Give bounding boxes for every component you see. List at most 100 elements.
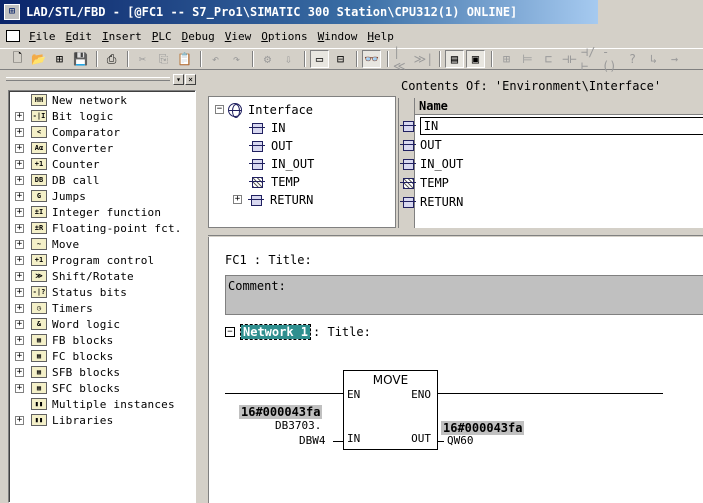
table-row[interactable]: RETURN [399,192,703,211]
parallel-icon[interactable]: ⊏ [539,50,558,68]
tree-item-fb-blocks[interactable]: + ▦ FB blocks [9,332,113,348]
tree-item-fc-blocks[interactable]: + ▦ FC blocks [9,348,113,364]
out-operand[interactable]: QW60 [447,434,474,447]
expand-icon[interactable]: + [15,351,24,361]
menu-plc[interactable]: PLC [147,30,177,43]
tree-item-db-call[interactable]: + DB DB call [9,172,100,188]
expand-icon[interactable]: + [15,415,24,425]
table-cell[interactable]: TEMP [420,176,449,190]
expand-icon[interactable]: + [15,207,24,217]
tree-item-floating-point[interactable]: + ±R Floating-point fct. [9,220,182,236]
prev-network-icon[interactable]: |≪ [393,45,412,73]
save-icon[interactable]: 💾 [71,50,90,68]
new-icon[interactable]: 🗋 [8,50,27,68]
expand-icon[interactable]: + [15,271,24,281]
paste-icon[interactable]: 📋 [175,50,194,68]
tree-item-interface[interactable]: − Interface [213,101,313,118]
expand-icon[interactable]: + [15,239,24,249]
menu-debug[interactable]: Debug [177,30,220,43]
tree-item-converter[interactable]: + Aα Converter [9,140,113,156]
expand-icon[interactable]: + [15,111,24,121]
code-editor[interactable]: FC1 : Title: Comment: − Network 1 : Titl… [208,237,703,503]
ladder-app-icon[interactable]: ⊞ [4,4,20,20]
tree-item-timers[interactable]: + ◷ Timers [9,300,93,316]
next-network-icon[interactable]: ≫| [414,50,434,68]
tree-item-new-network[interactable]: HH New network [9,92,127,108]
new-network-icon[interactable]: ⊞ [497,50,516,68]
in-operand-dbw[interactable]: DBW4 [299,434,326,447]
horizontal-splitter[interactable] [208,228,703,236]
table-cell[interactable]: IN_OUT [420,157,463,171]
in-operand-db[interactable]: DB3703. [275,419,321,432]
monitor-icon[interactable]: 👓 [362,50,381,68]
tree-item-program-control[interactable]: + +1 Program control [9,252,154,268]
tree-item-temp[interactable]: TEMP [249,173,300,190]
overview-icon[interactable]: ▤ [445,50,464,68]
undo-icon[interactable]: ↶ [206,50,225,68]
expand-icon[interactable]: + [15,319,24,329]
expand-icon[interactable]: + [15,175,24,185]
online-icon[interactable]: ▭ [310,50,329,68]
tree-item-comparator[interactable]: + < Comparator [9,124,120,140]
tree-item-out[interactable]: OUT [249,137,293,154]
block-comment[interactable]: Comment: [225,275,703,315]
panel-grip[interactable] [6,77,170,81]
open-icon[interactable]: 📂 [29,50,48,68]
menu-file[interactable]: File [24,30,61,43]
tree-item-shift-rotate[interactable]: + ≫ Shift/Rotate [9,268,134,284]
expand-icon[interactable]: + [15,191,24,201]
tree-item-word-logic[interactable]: + & Word logic [9,316,120,332]
table-cell[interactable]: RETURN [420,195,463,209]
panel-restore-button[interactable]: ▾ [173,74,184,85]
download-icon[interactable]: ⇩ [279,50,298,68]
expand-icon[interactable]: + [15,159,24,169]
move-box[interactable]: MOVE EN ENO IN OUT [343,370,438,450]
nc-contact-icon[interactable]: ⊣/⊢ [581,45,600,73]
tree-item-counter[interactable]: + +1 Counter [9,156,100,172]
tree-item-integer-function[interactable]: + ±I Integer function [9,204,161,220]
expand-icon[interactable]: + [15,287,24,297]
table-row[interactable]: OUT [399,135,703,154]
cut-icon[interactable]: ✂ [133,50,152,68]
tree-item-libraries[interactable]: + ▮▮ Libraries [9,412,113,428]
menu-help[interactable]: Help [362,30,399,43]
tree-item-multiple-instances[interactable]: ▮▮ Multiple instances [9,396,175,412]
network-collapse-icon[interactable]: − [225,327,235,337]
details-icon[interactable]: ▣ [466,50,485,68]
network-label[interactable]: Network 1 [239,324,312,340]
tree-item-status-bits[interactable]: + -|? Status bits [9,284,127,300]
tree-item-return[interactable]: + RETURN [233,191,313,208]
expand-icon[interactable]: + [15,367,24,377]
document-icon[interactable] [6,30,20,42]
menu-options[interactable]: Options [256,30,312,43]
expand-icon[interactable]: + [15,383,24,393]
table-row[interactable]: IN_OUT [399,154,703,173]
tree-item-jumps[interactable]: + G Jumps [9,188,86,204]
menu-insert[interactable]: Insert [97,30,147,43]
tree-item-in-out[interactable]: IN_OUT [249,155,314,172]
menu-edit[interactable]: Edit [61,30,98,43]
copy-icon[interactable]: ⎘ [154,50,173,68]
tree-item-sfb-blocks[interactable]: + ▦ SFB blocks [9,364,120,380]
tree-item-move[interactable]: + ~ Move [9,236,79,252]
expand-icon[interactable]: + [15,255,24,265]
expand-icon[interactable]: + [233,195,242,204]
table-cell[interactable]: IN [419,116,703,135]
vertical-splitter[interactable] [198,72,208,503]
print-icon[interactable]: ⎙ [102,50,121,68]
table-row[interactable]: TEMP [399,173,703,192]
menu-view[interactable]: View [220,30,257,43]
expand-icon[interactable]: + [15,223,24,233]
no-contact-icon[interactable]: ⊣⊢ [560,50,579,68]
expand-icon[interactable]: + [15,335,24,345]
stop-icon[interactable]: ⊟ [331,50,350,68]
network-title[interactable]: : Title: [313,325,371,339]
close-branch-icon[interactable]: → [665,50,684,68]
column-header-name[interactable]: Name [415,98,703,115]
table-row[interactable]: IN [399,116,703,135]
panel-close-button[interactable]: × [185,74,196,85]
coil-icon[interactable]: -() [602,45,621,73]
menu-window[interactable]: Window [313,30,363,43]
table-cell[interactable]: OUT [420,138,442,152]
expand-icon[interactable]: + [15,143,24,153]
